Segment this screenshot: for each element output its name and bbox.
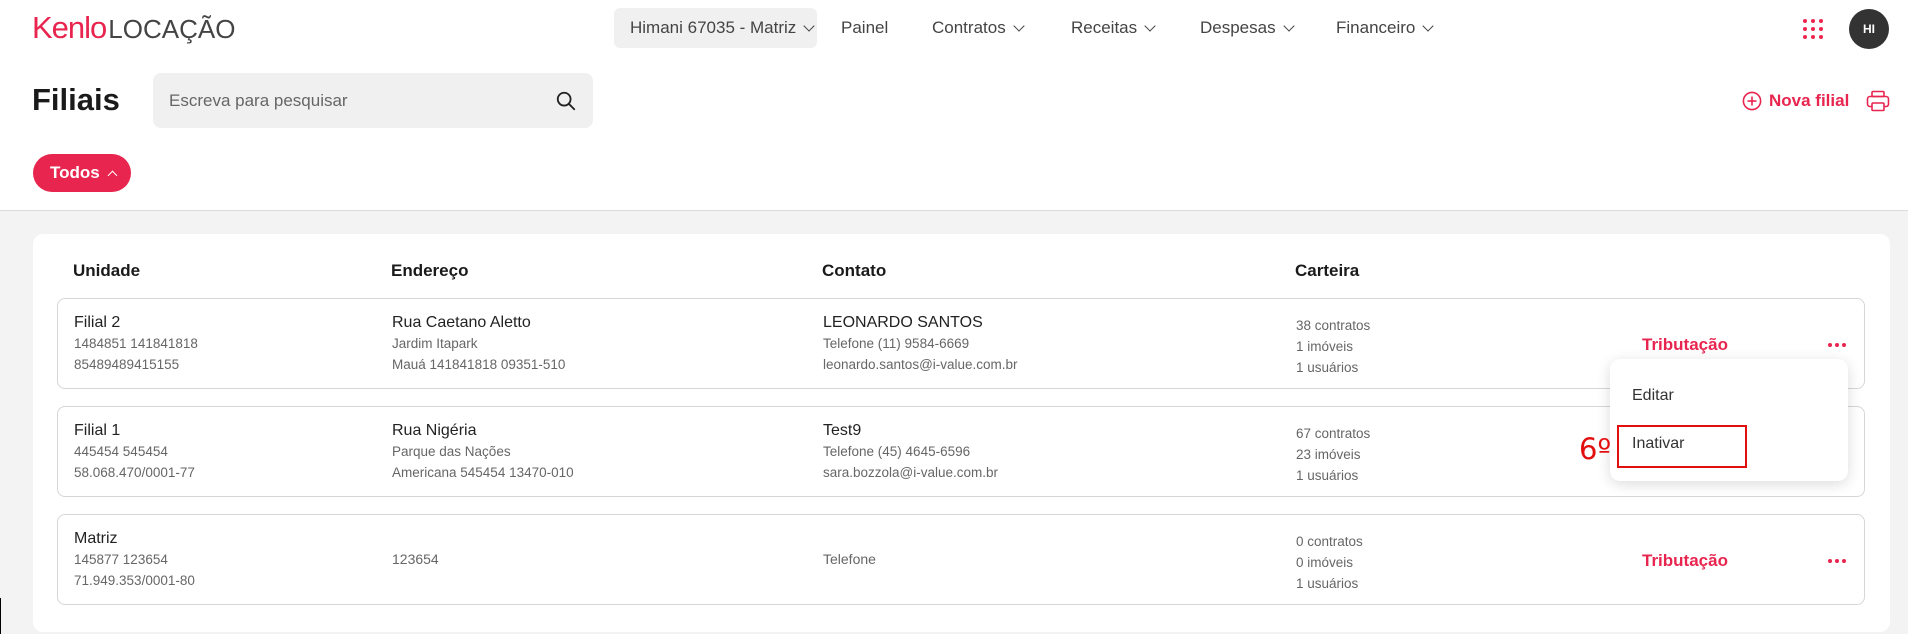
contact-phone: Telefone (11) 9584-6669 xyxy=(823,336,970,351)
unit-name: Matriz xyxy=(74,530,118,547)
tax-link[interactable]: Tributação xyxy=(1642,335,1728,355)
wallet-properties: 23 imóveis xyxy=(1296,447,1361,462)
column-header-wallet: Carteira xyxy=(1295,261,1360,280)
more-options-icon[interactable] xyxy=(1828,559,1846,563)
nav-label: Despesas xyxy=(1200,18,1276,37)
table-row[interactable]: Matriz 145877 123654 71.949.353/0001-80 … xyxy=(57,514,1865,605)
column-header-address: Endereço xyxy=(391,261,469,280)
nav-painel[interactable]: Painel xyxy=(841,18,888,38)
contact-cell: Telefone xyxy=(823,551,876,567)
wallet-users: 1 usuários xyxy=(1296,360,1359,375)
contact-email: sara.bozzola@i-value.com.br xyxy=(823,465,999,480)
address-detail: Jardim Itapark xyxy=(392,336,478,351)
branch-selector[interactable]: Himani 67035 - Matriz xyxy=(614,8,817,48)
nav-label: Receitas xyxy=(1071,18,1138,37)
more-options-icon[interactable] xyxy=(1828,343,1846,347)
unit-detail: 58.068.470/0001-77 xyxy=(74,465,195,480)
status-filter-chip[interactable]: Todos xyxy=(33,154,131,192)
wallet-cell: 38 contratos 1 imóveis 1 usuários xyxy=(1296,315,1370,378)
unit-cell: Filial 1 445454 545454 58.068.470/0001-7… xyxy=(74,421,195,483)
wallet-contracts: 67 contratos xyxy=(1296,426,1371,441)
unit-detail: 145877 123654 xyxy=(74,552,168,567)
nav-label: Financeiro xyxy=(1336,18,1416,37)
address-cell: Rua Nigéria Parque das Nações Americana … xyxy=(392,421,574,483)
table-row[interactable]: Filial 2 1484851 141841818 8548948941515… xyxy=(57,298,1865,389)
wallet-properties: 0 imóveis xyxy=(1296,555,1354,570)
printer-icon[interactable] xyxy=(1866,90,1890,112)
nav-despesas[interactable]: Despesas xyxy=(1200,18,1295,38)
unit-name: Filial 1 xyxy=(74,422,121,439)
menu-item-edit[interactable]: Editar xyxy=(1632,387,1674,405)
unit-detail: 1484851 141841818 xyxy=(74,336,198,351)
apps-grid-icon[interactable] xyxy=(1803,19,1823,39)
wallet-contracts: 38 contratos xyxy=(1296,318,1371,333)
unit-detail: 85489489415155 xyxy=(74,357,180,372)
contact-email: leonardo.santos@i-value.com.br xyxy=(823,357,1018,372)
search-input[interactable] xyxy=(169,73,529,128)
unit-cell: Matriz 145877 123654 71.949.353/0001-80 xyxy=(74,529,195,591)
branch-selector-label: Himani 67035 - Matriz xyxy=(630,18,797,37)
contact-name: LEONARDO SANTOS xyxy=(823,314,983,331)
nav-label: Contratos xyxy=(932,18,1006,37)
nav-contratos[interactable]: Contratos xyxy=(932,18,1025,38)
unit-detail: 445454 545454 xyxy=(74,444,168,459)
address-street: Rua Nigéria xyxy=(392,422,477,439)
address-street: Rua Caetano Aletto xyxy=(392,314,531,331)
address-cell: Rua Caetano Aletto Jardim Itapark Mauá 1… xyxy=(392,313,565,375)
unit-cell: Filial 2 1484851 141841818 8548948941515… xyxy=(74,313,198,375)
wallet-users: 1 usuários xyxy=(1296,468,1359,483)
search-icon[interactable] xyxy=(555,90,577,112)
annotation-highlight-box xyxy=(1617,425,1747,468)
address-detail: Americana 545454 13470-010 xyxy=(392,465,574,480)
contact-phone: Telefone (45) 4645-6596 xyxy=(823,444,971,459)
unit-name: Filial 2 xyxy=(74,314,121,331)
column-header-unit: Unidade xyxy=(73,261,141,280)
chevron-up-icon xyxy=(107,170,118,180)
top-navigation-bar: Kenlo LOCAÇÃO Himani 67035 - Matriz Pain… xyxy=(0,0,1908,56)
column-header-contact: Contato xyxy=(822,261,887,280)
chevron-down-icon xyxy=(1144,19,1156,32)
unit-detail: 71.949.353/0001-80 xyxy=(74,573,195,588)
plus-circle-icon xyxy=(1742,91,1762,111)
annotation-step-label: 6º xyxy=(1579,432,1612,466)
chevron-down-icon xyxy=(1282,19,1295,32)
kenlo-logo[interactable]: Kenlo LOCAÇÃO xyxy=(32,10,235,46)
text-cursor xyxy=(0,598,1,634)
wallet-cell: 0 contratos 0 imóveis 1 usuários xyxy=(1296,531,1363,594)
tax-link[interactable]: Tributação xyxy=(1642,551,1728,571)
logo-brand: Kenlo xyxy=(32,10,107,45)
new-branch-label: Nova filial xyxy=(1769,91,1850,110)
chevron-down-icon xyxy=(803,19,815,32)
chevron-down-icon xyxy=(1013,19,1025,32)
contact-name: Test9 xyxy=(823,422,862,439)
wallet-contracts: 0 contratos xyxy=(1296,534,1363,549)
wallet-properties: 1 imóveis xyxy=(1296,339,1354,354)
chevron-down-icon xyxy=(1422,19,1435,32)
wallet-users: 1 usuários xyxy=(1296,576,1359,591)
contact-cell: Test9 Telefone (45) 4645-6596 sara.bozzo… xyxy=(823,421,998,483)
nav-financeiro[interactable]: Financeiro xyxy=(1336,18,1435,38)
nav-receitas[interactable]: Receitas xyxy=(1071,18,1156,38)
address-detail: Parque das Nações xyxy=(392,444,511,459)
logo-product: LOCAÇÃO xyxy=(108,14,236,44)
filter-chip-label: Todos xyxy=(50,163,100,182)
page-title: Filiais xyxy=(32,82,120,117)
nav-label: Painel xyxy=(841,18,889,37)
address-cell: 123654 xyxy=(392,551,439,567)
new-branch-button[interactable]: Nova filial xyxy=(1742,91,1849,111)
contact-cell: LEONARDO SANTOS Telefone (11) 9584-6669 … xyxy=(823,313,1018,375)
wallet-cell: 67 contratos 23 imóveis 1 usuários xyxy=(1296,423,1370,486)
address-detail: Mauá 141841818 09351-510 xyxy=(392,357,566,372)
search-box xyxy=(153,73,593,128)
user-avatar[interactable]: HI xyxy=(1849,9,1889,49)
